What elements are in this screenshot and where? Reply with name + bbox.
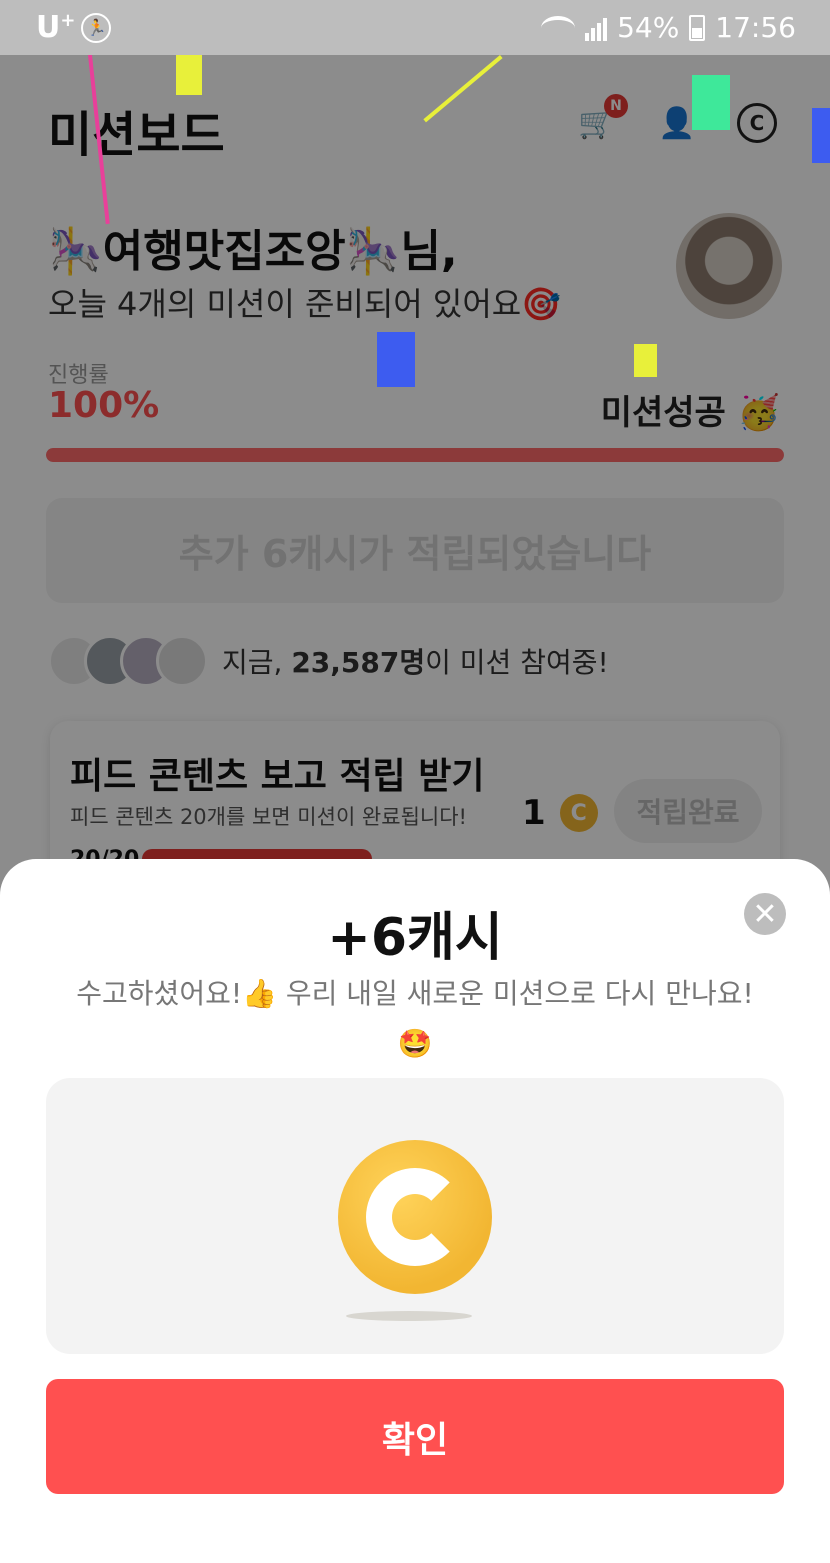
confetti-piece	[176, 55, 202, 95]
status-bar: U+ 🏃 54% 17:56	[0, 0, 830, 55]
confetti-piece	[692, 75, 730, 130]
running-icon: 🏃	[81, 12, 112, 43]
cash-coin-icon	[338, 1140, 492, 1294]
coin-panel	[46, 1078, 784, 1354]
status-right: 54% 17:56	[541, 11, 796, 44]
reward-title: +6캐시	[327, 908, 503, 968]
reward-message-emoji: 🤩	[397, 1027, 433, 1060]
confetti-piece	[377, 332, 415, 387]
reward-sheet: +6캐시 ✕ 수고하셨어요!👍 우리 내일 새로운 미션으로 다시 만나요! 🤩…	[0, 859, 830, 1563]
battery-icon	[689, 14, 706, 41]
battery-percent: 54%	[617, 11, 680, 44]
signal-icon	[585, 15, 608, 41]
reward-message-line: 수고하셨어요!👍 우리 내일 새로운 미션으로 다시 만나요!	[76, 977, 754, 1010]
confirm-button[interactable]: 확인	[46, 1379, 784, 1494]
wifi-icon	[541, 15, 576, 40]
confetti-piece	[634, 344, 657, 377]
reward-message: 수고하셨어요!👍 우리 내일 새로운 미션으로 다시 만나요! 🤩	[40, 969, 790, 1069]
coin-shadow	[346, 1311, 472, 1321]
close-button[interactable]: ✕	[744, 893, 786, 935]
confetti-piece	[812, 108, 830, 163]
carrier-label: U+	[36, 10, 76, 45]
clock: 17:56	[715, 11, 796, 44]
status-left: U+ 🏃	[36, 10, 112, 45]
